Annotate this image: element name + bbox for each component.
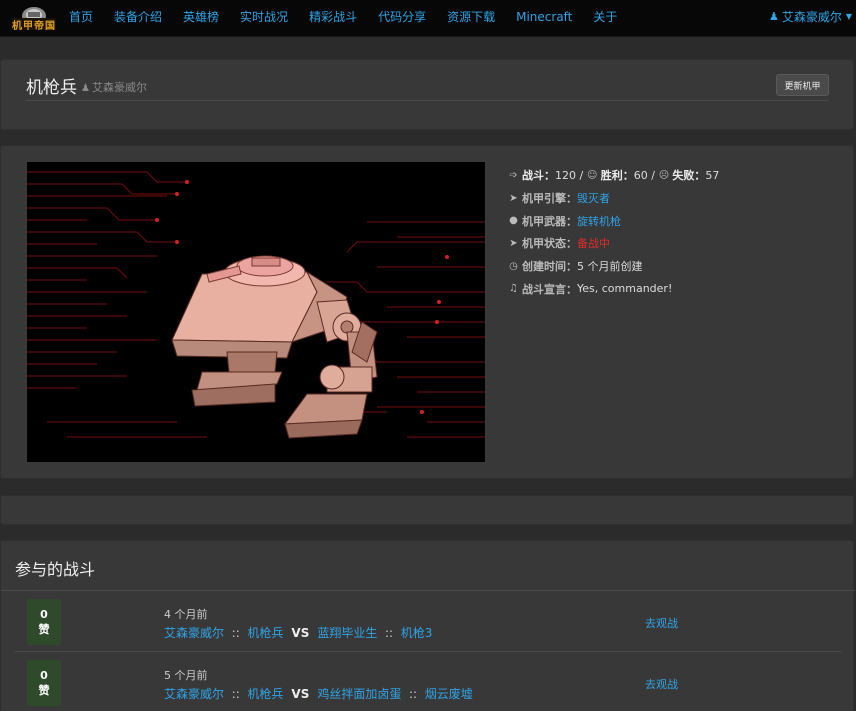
owner-link[interactable]: ♟ 艾森豪威尔 [81, 79, 147, 95]
vs-label: VS [287, 687, 314, 701]
owner-name: 艾森豪威尔 [91, 81, 147, 94]
title-row: 机枪兵 ♟ 艾森豪威尔 更新机甲 [26, 73, 829, 101]
vs-label: VS [287, 626, 314, 640]
nav-live[interactable]: 实时战况 [240, 8, 288, 25]
created-label: 创建时间： [522, 260, 577, 274]
rocket-icon: ➤ [509, 237, 518, 249]
created-row: ◷ 创建时间： 5 个月前创建 [508, 255, 719, 278]
vote-label: 赞 [38, 623, 50, 636]
watch-battle-link[interactable]: 去观战 [645, 676, 678, 692]
wins-count: 60 [633, 168, 648, 182]
player-link[interactable]: 艾森豪威尔 [164, 687, 224, 701]
chevron-down-icon: ▼ [845, 12, 852, 21]
navbar: 机甲帝国 首页 装备介绍 英雄榜 实时战况 精彩战斗 代码分享 资源下载 Min… [0, 0, 856, 37]
clock-icon: ◷ [509, 260, 518, 272]
status-row: ➤ 机甲状态： 备战中 [508, 232, 719, 255]
user-menu[interactable]: ♟ 艾森豪威尔 ▼ [769, 0, 852, 33]
wins-label: 胜利： [600, 169, 634, 183]
volume-icon: ♫ [509, 283, 518, 295]
losses-count: 57 [705, 168, 720, 182]
weapon-row: ● 机甲武器： 旋转机枪 [508, 209, 719, 232]
user-name: 艾森豪威尔 [781, 10, 842, 24]
vote-badge[interactable]: 0 赞 [27, 599, 61, 645]
empty-panel [0, 495, 854, 525]
watch-battle-link[interactable]: 去观战 [645, 615, 678, 631]
motto-value: Yes, commander! [577, 282, 673, 296]
engine-label: 机甲引擎： [522, 192, 577, 206]
nav-about[interactable]: 关于 [593, 8, 617, 25]
update-mech-button[interactable]: 更新机甲 [776, 74, 829, 96]
opponent-link[interactable]: 蓝翔毕业生 [317, 626, 377, 640]
status-value: 备战中 [577, 237, 610, 251]
battle-matchup: 艾森豪威尔 :: 机枪兵 VS 鸡丝拌面加卤蛋 :: 烟云废墟 [164, 685, 473, 702]
battle-time: 4 个月前 [164, 608, 208, 621]
engine-link[interactable]: 毁灭者 [577, 190, 610, 206]
nav-heroes[interactable]: 英雄榜 [183, 8, 219, 25]
mech-link[interactable]: 机枪兵 [247, 687, 283, 701]
opponent-mech-link[interactable]: 机枪3 [401, 626, 433, 640]
main-nav: 首页 装备介绍 英雄榜 实时战况 精彩战斗 代码分享 资源下载 Minecraf… [69, 0, 638, 33]
weapon-label: 机甲武器： [522, 214, 577, 228]
nav-equipment[interactable]: 装备介绍 [114, 8, 162, 25]
gun-icon: ➩ [509, 169, 518, 181]
battle-record: ➩ 战斗： 120 / ☺ 胜利： 60 / ☹ 失败： 57 [509, 168, 720, 183]
mech-header-panel: 机枪兵 ♟ 艾森豪威尔 更新机甲 [0, 59, 854, 130]
frown-icon: ☹ [658, 169, 670, 181]
nav-home[interactable]: 首页 [69, 8, 93, 25]
battles-title: 参与的战斗 [15, 560, 96, 579]
smile-icon: ☺ [586, 169, 598, 181]
nav-downloads[interactable]: 资源下载 [447, 8, 495, 25]
engine-row: ➤ 机甲引擎： 毁灭者 [508, 187, 719, 210]
battle-time: 5 个月前 [164, 669, 208, 682]
motto-row: ♫ 战斗宣言： Yes, commander! [508, 277, 719, 300]
battles-panel: 参与的战斗 0 赞 4 个月前 艾森豪威尔 :: 机枪兵 VS 蓝翔毕业生 ::… [0, 540, 855, 711]
separator: :: [227, 626, 244, 640]
vote-count: 0 [40, 608, 48, 621]
battle-row: 0 赞 4 个月前 艾森豪威尔 :: 机枪兵 VS 蓝翔毕业生 :: 机枪3 去… [15, 591, 841, 652]
vote-badge[interactable]: 0 赞 [27, 660, 61, 706]
separator: :: [227, 687, 244, 701]
page-title: 机枪兵 [26, 78, 77, 98]
opponent-link[interactable]: 鸡丝拌面加卤蛋 [317, 687, 401, 701]
opponent-mech-link[interactable]: 烟云废墟 [425, 687, 473, 701]
nav-battles[interactable]: 精彩战斗 [309, 8, 357, 25]
mech-info-panel: ➩ 战斗： 120 / ☺ 胜利： 60 / ☹ 失败： 57 ➤ 机甲引擎： … [0, 145, 854, 479]
status-label: 机甲状态： [522, 237, 577, 251]
vote-label: 赞 [38, 684, 50, 697]
player-link[interactable]: 艾森豪威尔 [164, 626, 224, 640]
vote-count: 0 [40, 669, 48, 682]
user-icon: ♟ [81, 83, 90, 94]
nav-code[interactable]: 代码分享 [378, 8, 426, 25]
logo-text: 机甲帝国 [12, 21, 56, 32]
battle-matchup: 艾森豪威尔 :: 机枪兵 VS 蓝翔毕业生 :: 机枪3 [164, 624, 432, 641]
mech-stats: ➩ 战斗： 120 / ☺ 胜利： 60 / ☹ 失败： 57 ➤ 机甲引擎： … [508, 164, 719, 300]
mech-link[interactable]: 机枪兵 [247, 626, 283, 640]
bomb-icon: ● [509, 215, 518, 227]
created-value: 5 个月前创建 [577, 260, 643, 274]
losses-label: 失败： [672, 169, 706, 183]
battles-label: 战斗： [522, 169, 555, 183]
user-icon: ♟ [768, 10, 779, 23]
mech-image [27, 162, 485, 462]
site-logo[interactable]: 机甲帝国 [8, 3, 60, 33]
separator: :: [405, 687, 421, 701]
motto-label: 战斗宣言： [522, 282, 577, 296]
rocket-icon: ➤ [509, 192, 518, 204]
battles-count: 120 [555, 168, 576, 182]
battle-row: 0 赞 5 个月前 艾森豪威尔 :: 机枪兵 VS 鸡丝拌面加卤蛋 :: 烟云废… [15, 652, 841, 711]
weapon-link[interactable]: 旋转机枪 [577, 213, 621, 229]
separator: :: [381, 626, 397, 640]
nav-minecraft[interactable]: Minecraft [516, 10, 572, 24]
